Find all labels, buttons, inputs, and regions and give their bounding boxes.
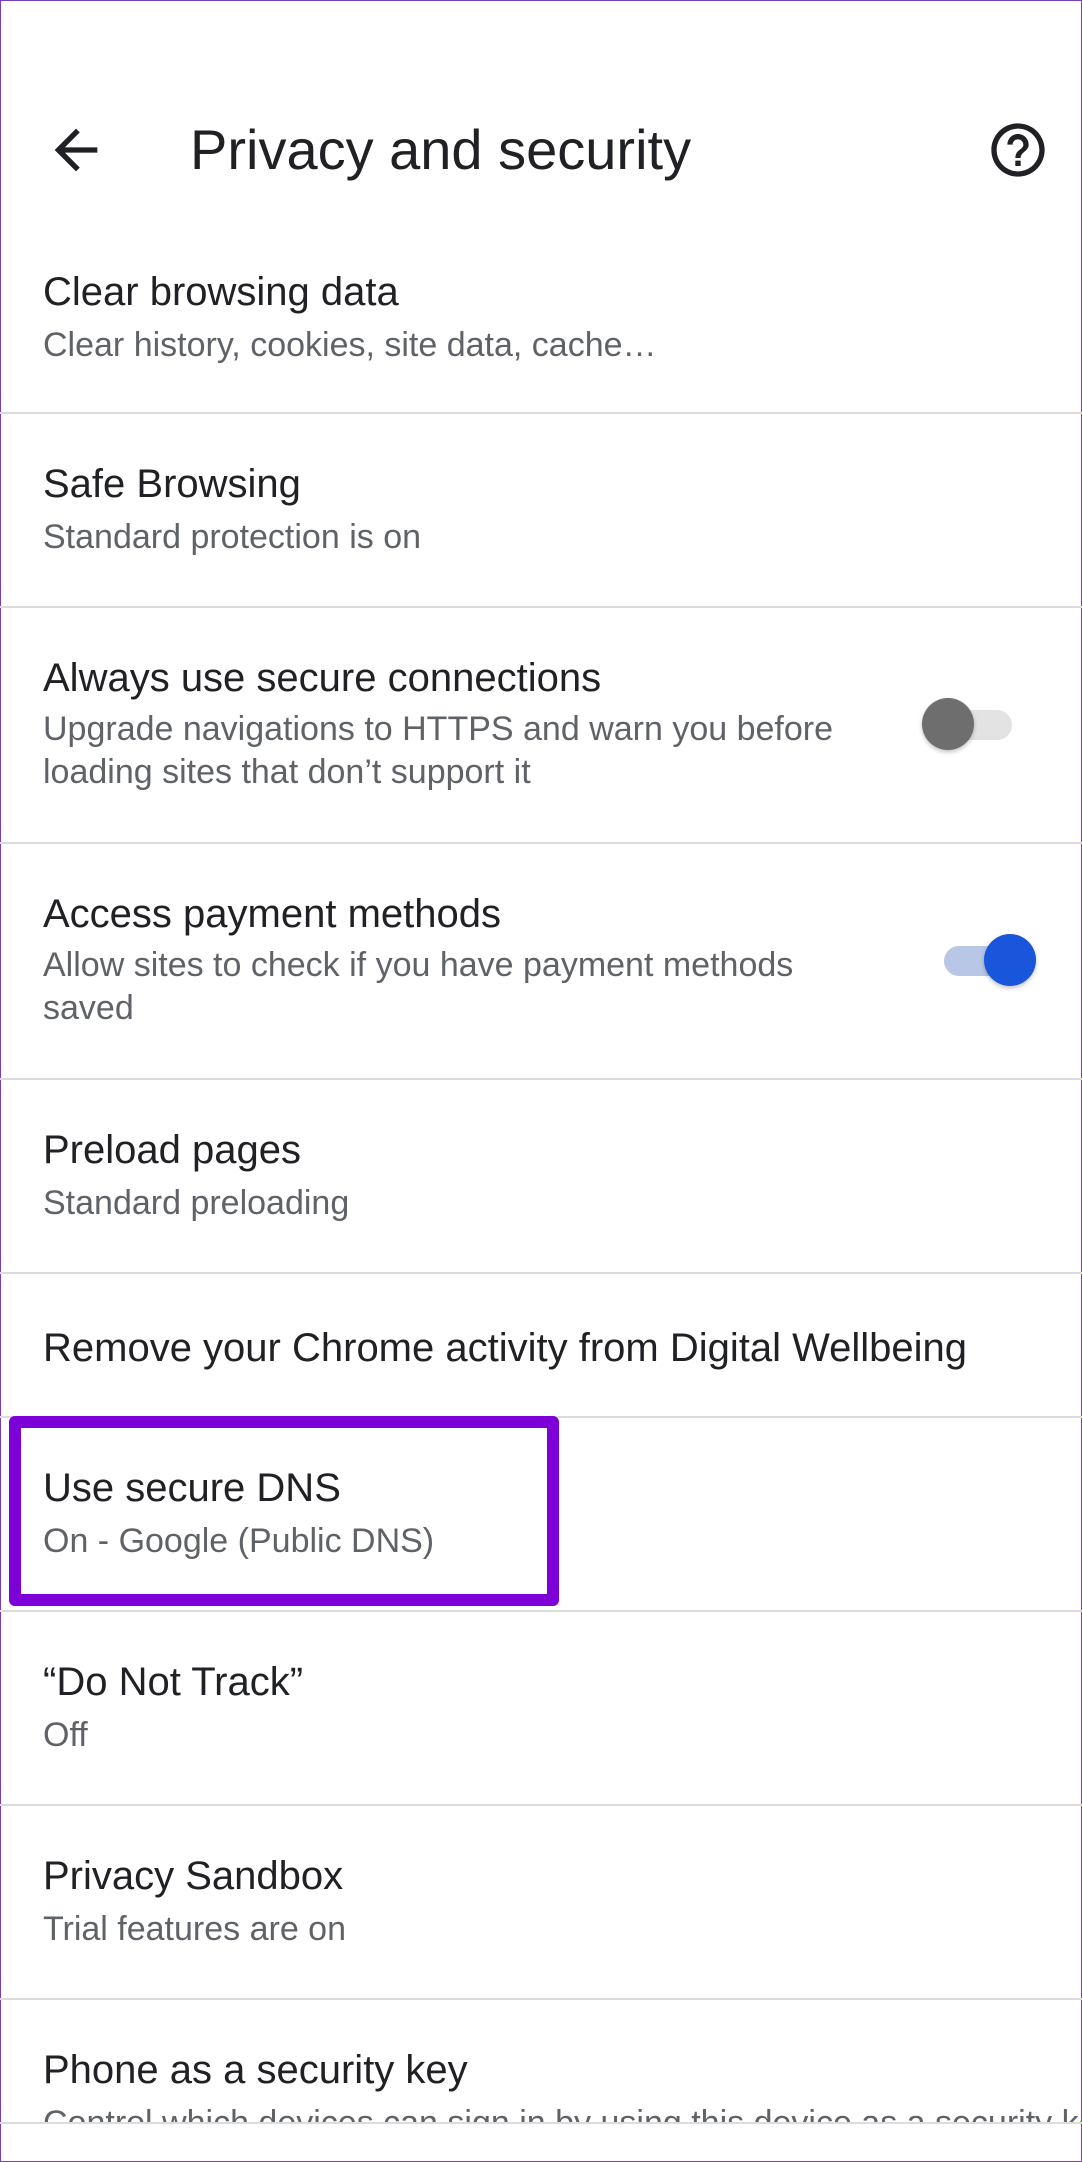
toggle-knob: [922, 698, 974, 750]
setting-digital-wellbeing[interactable]: Remove your Chrome activity from Digital…: [0, 1274, 1082, 1418]
app-bar: Privacy and security: [0, 90, 1082, 210]
setting-secure-connections[interactable]: Always use secure connections Upgrade na…: [0, 608, 1082, 844]
setting-label: Use secure DNS: [43, 1466, 341, 1510]
setting-phone-security-key[interactable]: Phone as a security key Control which de…: [0, 2000, 1082, 2124]
setting-label: Phone as a security key: [43, 2048, 468, 2092]
setting-summary: Clear history, cookies, site data, cache…: [43, 326, 657, 364]
setting-summary: Standard protection is on: [43, 518, 422, 556]
setting-summary: Upgrade navigations to HTTPS and warn yo…: [43, 710, 834, 791]
page-title: Privacy and security: [190, 118, 692, 181]
setting-label: Safe Browsing: [43, 462, 301, 506]
setting-privacy-sandbox[interactable]: Privacy Sandbox Trial features are on: [0, 1806, 1082, 2000]
setting-summary: Control which devices can sign in by usi…: [43, 2104, 1082, 2124]
setting-summary: On - Google (Public DNS): [43, 1522, 435, 1560]
setting-clear-browsing-data[interactable]: Clear browsing data Clear history, cooki…: [0, 218, 1082, 414]
setting-summary: Standard preloading: [43, 1184, 350, 1222]
setting-label: Privacy Sandbox: [43, 1854, 344, 1898]
back-arrow-icon[interactable]: [44, 118, 108, 182]
settings-list: Clear browsing data Clear history, cooki…: [0, 218, 1082, 2124]
setting-label: Clear browsing data: [43, 270, 399, 314]
setting-safe-browsing[interactable]: Safe Browsing Standard protection is on: [0, 414, 1082, 608]
setting-label: Always use secure connections: [43, 656, 602, 700]
secure-connections-toggle[interactable]: [922, 693, 1020, 753]
setting-label: “Do Not Track”: [43, 1660, 304, 1704]
setting-payment-methods[interactable]: Access payment methods Allow sites to ch…: [0, 844, 1082, 1080]
setting-do-not-track[interactable]: “Do Not Track” Off: [0, 1612, 1082, 1806]
setting-summary: Allow sites to check if you have payment…: [43, 946, 794, 1027]
setting-summary: Off: [43, 1716, 88, 1754]
setting-summary: Trial features are on: [43, 1910, 346, 1948]
setting-secure-dns[interactable]: Use secure DNS On - Google (Public DNS): [0, 1418, 1082, 1612]
setting-label: Remove your Chrome activity from Digital…: [43, 1326, 968, 1370]
payment-methods-toggle[interactable]: [940, 929, 1036, 989]
help-icon[interactable]: [986, 118, 1050, 182]
setting-label: Access payment methods: [43, 892, 501, 936]
setting-label: Preload pages: [43, 1128, 301, 1172]
setting-preload-pages[interactable]: Preload pages Standard preloading: [0, 1080, 1082, 1274]
toggle-knob: [984, 934, 1036, 986]
